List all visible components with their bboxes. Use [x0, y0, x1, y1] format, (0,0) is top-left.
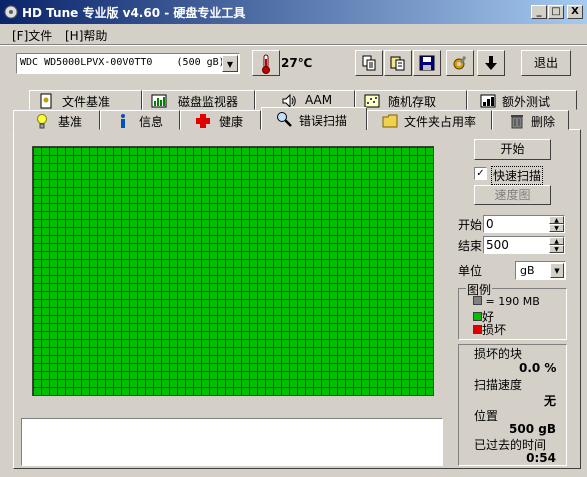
tab-label: 额外测试 — [502, 95, 551, 109]
unit-select[interactable]: gB ▼ — [515, 261, 566, 280]
down-arrow-button[interactable] — [477, 50, 505, 76]
tab-label: 文件基准 — [62, 95, 111, 109]
quick-scan-checkbox-row[interactable]: ✓ 快速扫描 — [474, 166, 564, 185]
spin-up-icon[interactable]: ▲ — [549, 237, 564, 245]
speed-map-button[interactable]: 速度图 — [474, 185, 551, 205]
copy-text-button[interactable] — [355, 50, 383, 76]
tab-label: 基准 — [58, 115, 83, 129]
tab-label: 删除 — [531, 115, 556, 129]
tab-benchmark[interactable]: 基准 — [13, 110, 100, 130]
temperature-readout: 27℃ — [281, 56, 313, 70]
temperature-button[interactable] — [252, 50, 280, 76]
tab-info[interactable]: 信息 — [100, 110, 180, 130]
extra-tests-icon — [480, 94, 496, 108]
legend-block-size-text: = 190 MB — [485, 295, 540, 308]
options-icon — [453, 55, 467, 70]
unit-select-value: gB — [520, 264, 535, 277]
end-input[interactable]: 500 ▲ ▼ — [483, 236, 565, 254]
spin-up-icon[interactable]: ▲ — [549, 216, 564, 224]
spin-down-icon[interactable]: ▼ — [549, 245, 564, 253]
tab-label: 健康 — [219, 115, 244, 129]
title-bar: HD Tune 专业版 v4.60 - 硬盘专业工具 _ □ X — [0, 0, 587, 24]
down-arrow-icon — [485, 56, 497, 70]
position-label: 位置 — [474, 409, 499, 423]
save-icon — [419, 55, 435, 71]
chevron-down-icon[interactable]: ▼ — [222, 55, 238, 72]
start-input-value: 0 — [486, 217, 494, 231]
quick-scan-label: 快速扫描 — [491, 166, 544, 185]
end-input-value: 500 — [486, 238, 509, 252]
chevron-down-icon[interactable]: ▼ — [550, 263, 564, 278]
copy-text-icon — [362, 55, 376, 71]
scan-speed-label: 扫描速度 — [474, 378, 523, 392]
disk-monitor-icon — [151, 94, 167, 108]
tab-extra-tests[interactable]: 额外测试 — [467, 90, 577, 110]
damaged-blocks-value: 0.0 % — [519, 361, 557, 375]
trash-icon — [511, 115, 523, 129]
unit-label: 单位 — [458, 264, 483, 278]
position-value: 500 gB — [509, 422, 556, 436]
copy-screenshot-button[interactable] — [384, 50, 412, 76]
close-button[interactable]: X — [567, 5, 583, 19]
tab-random-access[interactable]: 随机存取 — [355, 90, 467, 110]
hd-tune-app-icon — [4, 5, 18, 19]
menu-bar: [F]文件 [H]帮助 — [0, 24, 587, 44]
save-button[interactable] — [413, 50, 441, 76]
menu-divider-highlight — [0, 45, 587, 46]
start-input[interactable]: 0 ▲ ▼ — [483, 215, 565, 233]
tab-file-benchmark[interactable]: 文件基准 — [29, 90, 142, 110]
info-icon — [121, 114, 125, 128]
legend-block-swatch — [473, 296, 482, 305]
drive-select-value: WDC WD5000LPVX-00V0TT0 (500 gB) — [20, 57, 225, 68]
window-title: HD Tune 专业版 v4.60 - 硬盘专业工具 — [22, 6, 246, 20]
exit-button[interactable]: 退出 — [521, 50, 571, 76]
file-benchmark-icon — [40, 93, 52, 109]
tab-label: 磁盘监视器 — [178, 95, 239, 109]
scan-log-box — [21, 418, 443, 466]
legend-block-size: = 190 MB — [473, 295, 540, 308]
end-spinner[interactable]: ▲ ▼ — [549, 237, 564, 253]
error-scan-block-map — [32, 146, 434, 396]
health-icon — [196, 114, 210, 128]
tab-label: 错误扫描 — [299, 114, 348, 128]
legend-bad-swatch — [473, 325, 482, 334]
tab-label: AAM — [305, 93, 333, 107]
end-label: 结束 — [458, 239, 483, 253]
tab-health[interactable]: 健康 — [180, 110, 261, 130]
thermometer-icon — [262, 54, 270, 74]
tab-label: 文件夹占用率 — [404, 115, 477, 129]
menu-file[interactable]: [F]文件 — [12, 27, 52, 44]
quick-scan-checkbox[interactable]: ✓ — [474, 167, 487, 180]
drive-select[interactable]: WDC WD5000LPVX-00V0TT0 (500 gB) ▼ — [16, 53, 240, 74]
tab-folder-usage[interactable]: 文件夹占用率 — [367, 110, 492, 130]
tab-label: 信息 — [139, 115, 164, 129]
elapsed-time-value: 0:54 — [526, 451, 556, 465]
tab-erase[interactable]: 删除 — [492, 110, 569, 130]
folder-icon — [382, 114, 398, 128]
legend-bad: 损坏 — [473, 321, 506, 338]
minimize-button[interactable]: _ — [531, 5, 547, 19]
tab-label: 随机存取 — [388, 95, 437, 109]
damaged-blocks-label: 损坏的块 — [474, 347, 523, 361]
legend-good-swatch — [473, 312, 482, 321]
benchmark-icon — [37, 114, 47, 129]
copy-screenshot-icon — [390, 56, 405, 71]
spin-down-icon[interactable]: ▼ — [549, 224, 564, 232]
scan-speed-value: 无 — [543, 394, 556, 408]
menu-help[interactable]: [H]帮助 — [65, 27, 107, 44]
start-scan-button[interactable]: 开始 — [474, 139, 551, 160]
legend-bad-text: 损坏 — [482, 323, 507, 337]
options-button[interactable] — [446, 50, 474, 76]
start-label: 开始 — [458, 218, 483, 232]
tab-error-scan[interactable]: 错误扫描 — [261, 107, 367, 130]
tab-disk-monitor[interactable]: 磁盘监视器 — [142, 90, 255, 110]
start-spinner[interactable]: ▲ ▼ — [549, 216, 564, 232]
maximize-button[interactable]: □ — [548, 5, 564, 19]
magnifier-icon — [277, 112, 292, 127]
